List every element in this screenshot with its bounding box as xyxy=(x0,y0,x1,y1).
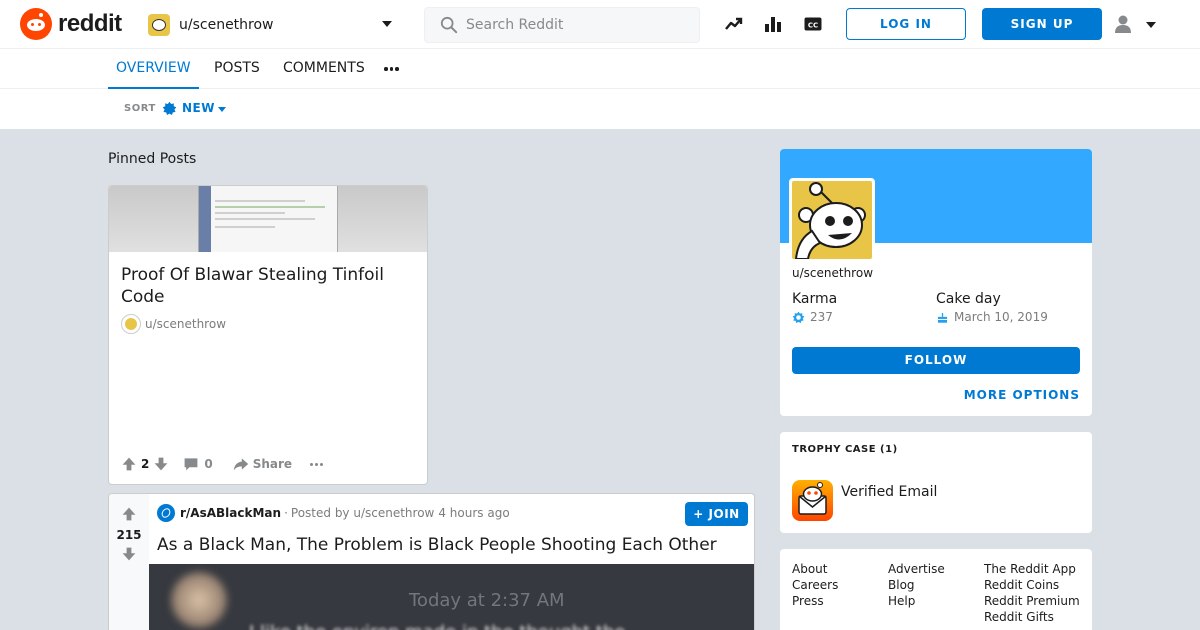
cakeday-date: March 10, 2019 xyxy=(954,310,1048,324)
footer-link-help[interactable]: Help xyxy=(888,594,915,608)
pinned-post-card[interactable]: Proof Of Blawar Stealing Tinfoil Code u/… xyxy=(108,185,428,485)
verified-email-trophy-icon xyxy=(792,480,833,521)
svg-text:CC: CC xyxy=(808,22,818,30)
trophy-case-card: TROPHY CASE (1) Verified Email xyxy=(780,432,1092,533)
vote-count: 2 xyxy=(141,457,150,471)
more-icon[interactable] xyxy=(310,462,324,466)
downvote-icon[interactable] xyxy=(153,456,169,472)
pinned-post-title[interactable]: Proof Of Blawar Stealing Tinfoil Code xyxy=(121,264,411,308)
cake-icon xyxy=(937,312,948,323)
pinned-post-thumbnail[interactable] xyxy=(109,186,427,252)
chevron-down-icon[interactable] xyxy=(218,107,226,112)
downvote-icon[interactable] xyxy=(121,546,137,562)
chevron-down-icon xyxy=(1146,22,1156,28)
trending-icon[interactable] xyxy=(724,14,744,34)
share-icon[interactable] xyxy=(233,456,249,472)
trophy-name: Verified Email xyxy=(841,484,938,500)
upvote-icon[interactable] xyxy=(121,506,137,522)
reddit-home-link[interactable]: reddit xyxy=(20,8,122,40)
cakeday-label: Cake day xyxy=(936,291,1001,307)
user-menu-dropdown[interactable] xyxy=(1113,14,1163,36)
author-avatar-icon xyxy=(121,314,141,334)
profile-tabs: OVERVIEW POSTS COMMENTS xyxy=(0,49,1200,89)
footer-link-careers[interactable]: Careers xyxy=(792,578,838,592)
search-icon xyxy=(440,16,458,34)
user-avatar-icon xyxy=(148,14,170,36)
current-user-name: u/scenethrow xyxy=(179,17,274,33)
log-in-button[interactable]: LOG IN xyxy=(846,8,966,40)
tab-overview[interactable]: OVERVIEW xyxy=(108,49,199,89)
stats-icon[interactable] xyxy=(763,14,783,34)
posted-by[interactable]: Posted by u/scenethrow xyxy=(291,506,434,520)
footer-link-reddit-gifts[interactable]: Reddit Gifts xyxy=(984,610,1054,624)
user-icon xyxy=(1115,15,1131,33)
blurred-avatar xyxy=(171,572,227,628)
sign-up-button[interactable]: SIGN UP xyxy=(982,8,1102,40)
comment-icon[interactable] xyxy=(183,456,199,472)
footer-link-reddit-app[interactable]: The Reddit App xyxy=(984,562,1076,576)
tab-comments[interactable]: COMMENTS xyxy=(283,49,365,89)
image-timestamp: Today at 2:37 AM xyxy=(409,590,565,611)
karma-label: Karma xyxy=(792,291,838,307)
community-user-dropdown[interactable]: u/scenethrow xyxy=(148,12,398,38)
pinned-posts-heading: Pinned Posts xyxy=(108,151,197,167)
post-card[interactable]: 215 r/AsABlackMan · Posted by u/scenethr… xyxy=(108,493,755,630)
footer-link-about[interactable]: About xyxy=(792,562,827,576)
karma-icon xyxy=(792,311,805,323)
footer-link-advertise[interactable]: Advertise xyxy=(888,562,945,576)
vote-count: 215 xyxy=(116,528,142,542)
reddit-logo-icon xyxy=(20,8,52,40)
post-vote-column: 215 xyxy=(109,494,149,630)
chevron-down-icon xyxy=(382,21,392,27)
join-button[interactable]: + JOIN xyxy=(685,502,748,526)
karma-number: 237 xyxy=(810,310,833,324)
search-bar[interactable] xyxy=(424,7,700,43)
subreddit-link[interactable]: r/AsABlackMan xyxy=(180,506,281,520)
logo-text: reddit xyxy=(58,10,122,37)
plus-icon: + xyxy=(693,507,704,521)
footer-links-card: About Careers Press Advertise Blog Help … xyxy=(780,549,1092,630)
author-name: u/scenethrow xyxy=(145,317,227,331)
pinned-post-author[interactable]: u/scenethrow xyxy=(121,314,226,334)
search-input[interactable] xyxy=(466,17,686,33)
sort-label: SORT xyxy=(124,103,156,114)
more-icon[interactable] xyxy=(384,67,399,71)
subreddit-icon[interactable] xyxy=(157,504,175,522)
profile-username: u/scenethrow xyxy=(792,266,874,280)
new-sort-icon xyxy=(162,101,177,115)
sort-bar: SORT NEW xyxy=(0,89,1200,129)
top-header: reddit u/scenethrow CC LOG IN SIGN UP xyxy=(0,0,1200,49)
post-image[interactable]: Today at 2:37 AM I like the environ made… xyxy=(149,564,754,630)
more-options-button[interactable]: MORE OPTIONS xyxy=(964,388,1080,402)
share-button[interactable]: Share xyxy=(253,457,292,471)
footer-link-reddit-coins[interactable]: Reddit Coins xyxy=(984,578,1059,592)
tab-posts[interactable]: POSTS xyxy=(214,49,260,89)
cakeday-value: March 10, 2019 xyxy=(936,310,1048,324)
footer-link-blog[interactable]: Blog xyxy=(888,578,915,592)
snoo-avatar-icon xyxy=(794,182,866,259)
join-label: JOIN xyxy=(708,507,740,521)
closed-caption-icon[interactable]: CC xyxy=(803,14,823,34)
trophy-case-heading: TROPHY CASE (1) xyxy=(792,444,898,455)
follow-button[interactable]: FOLLOW xyxy=(792,347,1080,374)
karma-value: 237 xyxy=(792,310,833,324)
post-meta: r/AsABlackMan · Posted by u/scenethrow 4… xyxy=(157,504,510,522)
sort-dropdown[interactable]: NEW xyxy=(182,101,215,115)
image-text: I like the environ made in the thought t… xyxy=(249,622,625,630)
post-title[interactable]: As a Black Man, The Problem is Black Peo… xyxy=(157,535,717,555)
comment-count[interactable]: 0 xyxy=(204,457,212,471)
footer-link-press[interactable]: Press xyxy=(792,594,824,608)
pinned-post-actions: 2 0 Share xyxy=(121,454,324,474)
upvote-icon[interactable] xyxy=(121,456,137,472)
profile-avatar xyxy=(789,178,875,262)
post-time[interactable]: 4 hours ago xyxy=(438,506,509,520)
profile-card: u/scenethrow Karma 237 Cake day March 10… xyxy=(780,149,1092,416)
footer-link-reddit-premium[interactable]: Reddit Premium xyxy=(984,594,1080,608)
